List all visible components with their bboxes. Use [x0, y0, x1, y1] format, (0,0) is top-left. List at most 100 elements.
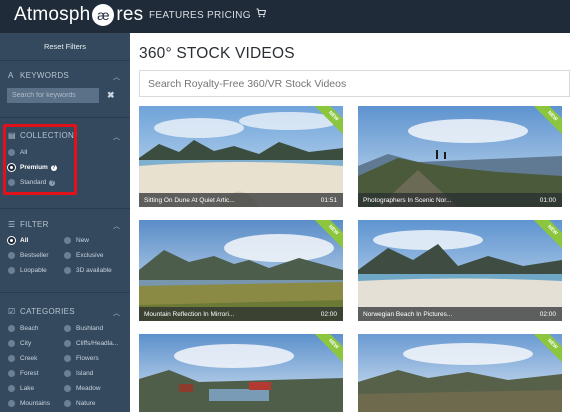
- category-meadow[interactable]: Meadow: [64, 385, 101, 392]
- video-search-input[interactable]: [139, 70, 570, 97]
- checkbox-icon: [64, 385, 71, 392]
- video-card[interactable]: NEW Norwegian Beach In Pictures... 02:00: [358, 220, 562, 321]
- logo-text-start: Atmosph: [14, 4, 91, 25]
- option-label: New: [76, 237, 90, 244]
- option-label: Nature: [76, 400, 96, 407]
- checkbox-icon: [64, 325, 71, 332]
- video-card[interactable]: NEW: [358, 334, 562, 412]
- checkbox-icon: [8, 385, 15, 392]
- keywords-section-header[interactable]: A KEYWORDS: [8, 71, 69, 80]
- nav-pricing-link[interactable]: PRICING: [207, 10, 251, 21]
- checkbox-icon: [64, 400, 71, 407]
- video-thumbnail: [358, 106, 562, 207]
- filter-option-exclusive[interactable]: Exclusive: [64, 252, 103, 259]
- filter-option-loopable[interactable]: Loopable: [8, 267, 47, 274]
- filter-option-bestseller[interactable]: Bestseller: [8, 252, 49, 259]
- chevron-up-icon[interactable]: ︿: [113, 308, 120, 318]
- checkbox-icon: [8, 325, 15, 332]
- option-label: Mountains: [20, 400, 50, 407]
- category-forest[interactable]: Forest: [8, 370, 38, 377]
- logo-ae-mark: æ: [92, 4, 115, 26]
- category-city[interactable]: City: [8, 340, 31, 347]
- category-bushland[interactable]: Bushland: [64, 325, 103, 332]
- list-icon: ☰: [8, 220, 16, 229]
- clear-keywords-icon[interactable]: ✖: [107, 90, 115, 101]
- filter-option-all[interactable]: All: [8, 237, 28, 244]
- category-beach[interactable]: Beach: [8, 325, 38, 332]
- chevron-up-icon[interactable]: ︿: [113, 221, 120, 231]
- checkbox-icon: [8, 370, 15, 377]
- radio-icon: [64, 267, 71, 274]
- page-title: 360° STOCK VIDEOS: [139, 45, 295, 62]
- filter-option-3d-available[interactable]: 3D available: [64, 267, 112, 274]
- cart-icon[interactable]: [256, 8, 267, 21]
- divider: [0, 292, 130, 293]
- checkbox-icon: [64, 370, 71, 377]
- checkbox-icon: ☑: [8, 307, 16, 316]
- categories-section-header[interactable]: ☑ CATEGORIES: [8, 307, 75, 316]
- video-card[interactable]: NEW Sitting On Dune At Quiet Artic... 01…: [139, 106, 343, 207]
- video-thumbnail: [139, 106, 343, 207]
- divider: [0, 208, 130, 209]
- video-duration: 02:00: [539, 311, 556, 318]
- video-thumbnail: [139, 220, 343, 321]
- nav-features-link[interactable]: FEATURES: [149, 10, 204, 21]
- video-title: Sitting On Dune At Quiet Artic...: [144, 197, 235, 204]
- checkbox-icon: [64, 355, 71, 362]
- categories-heading: CATEGORIES: [20, 307, 75, 316]
- font-icon: A: [8, 71, 14, 80]
- option-label: Flowers: [76, 355, 99, 362]
- checkbox-icon: [8, 400, 15, 407]
- video-thumbnail: [139, 334, 343, 412]
- option-label: Bushland: [76, 325, 104, 332]
- checkbox-icon: [8, 355, 15, 362]
- option-label: Meadow: [76, 385, 101, 392]
- video-card[interactable]: NEW: [139, 334, 343, 412]
- radio-icon: [8, 267, 15, 274]
- top-navigation-bar: Atmosph æ res FEATURES PRICING: [0, 0, 570, 33]
- option-label: Island: [76, 370, 94, 377]
- chevron-up-icon[interactable]: ︿: [113, 132, 120, 142]
- chevron-up-icon[interactable]: ︿: [113, 72, 120, 82]
- category-flowers[interactable]: Flowers: [64, 355, 99, 362]
- option-label: Beach: [20, 325, 39, 332]
- option-label: Creek: [20, 355, 38, 362]
- collection-highlight-box: [3, 124, 77, 195]
- video-duration: 02:00: [320, 311, 337, 318]
- option-label: Cliffs/Headla...: [76, 340, 119, 347]
- category-island[interactable]: Island: [64, 370, 93, 377]
- option-label: Exclusive: [76, 252, 104, 259]
- option-label: Bestseller: [20, 252, 49, 259]
- category-nature[interactable]: Nature: [64, 400, 96, 407]
- video-duration: 01:51: [320, 197, 337, 204]
- category-lake[interactable]: Lake: [8, 385, 34, 392]
- option-label: Loopable: [20, 267, 47, 274]
- option-label: Forest: [20, 370, 39, 377]
- site-logo[interactable]: Atmosph æ res: [14, 4, 143, 26]
- option-label: 3D available: [76, 267, 112, 274]
- option-label: Lake: [20, 385, 35, 392]
- filter-section-header[interactable]: ☰ FILTER: [8, 220, 49, 229]
- option-label: City: [20, 340, 32, 347]
- radio-icon: [8, 252, 15, 259]
- video-thumbnail: [358, 334, 562, 412]
- divider: [0, 60, 130, 61]
- option-label: All: [20, 237, 29, 244]
- video-title: Norwegian Beach In Pictures...: [363, 311, 453, 318]
- checkbox-icon: [8, 340, 15, 347]
- keywords-search-input[interactable]: [7, 88, 99, 103]
- video-title: Mountain Reflection In Mirrori...: [144, 311, 235, 318]
- reset-filters-button[interactable]: Reset Filters: [0, 42, 130, 51]
- radio-icon: [64, 237, 71, 244]
- keywords-heading: KEYWORDS: [20, 71, 70, 80]
- logo-text-end: res: [116, 4, 144, 25]
- video-card[interactable]: NEW Mountain Reflection In Mirrori... 02…: [139, 220, 343, 321]
- video-card[interactable]: NEW Photographers In Scenic Nor... 01:00: [358, 106, 562, 207]
- filter-option-new[interactable]: New: [64, 237, 89, 244]
- category-creek[interactable]: Creek: [8, 355, 37, 362]
- filter-sidebar: Reset Filters A KEYWORDS ︿ ✖ ▤ COLLECTIO…: [0, 33, 130, 412]
- category-mountains[interactable]: Mountains: [8, 400, 50, 407]
- video-duration: 01:00: [539, 197, 556, 204]
- category-cliffs-headlands[interactable]: Cliffs/Headla...: [64, 340, 118, 347]
- video-title: Photographers In Scenic Nor...: [363, 197, 452, 204]
